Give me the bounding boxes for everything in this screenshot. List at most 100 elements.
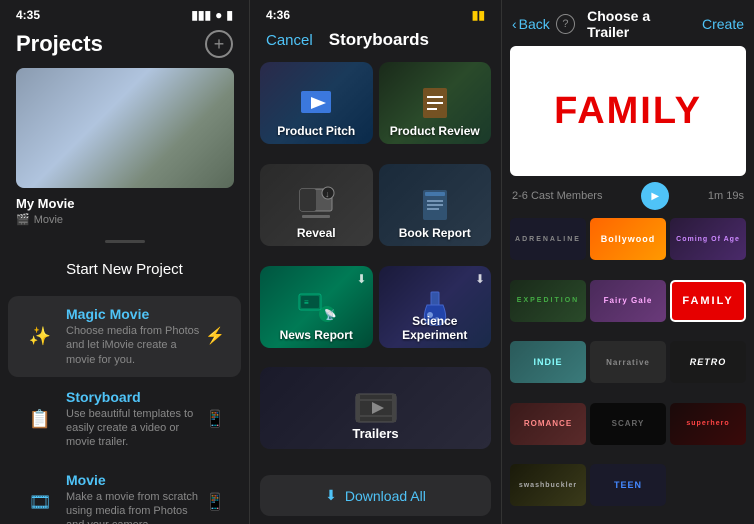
product-pitch-bg: Product Pitch [260, 62, 373, 144]
menu-item-magic-movie[interactable]: ✨ Magic Movie Choose media from Photos a… [8, 296, 241, 377]
retro-label: RETRO [690, 357, 727, 367]
help-button[interactable]: ? [556, 14, 575, 34]
projects-header: Projects + [0, 26, 249, 68]
start-new-button[interactable]: Start New Project [0, 253, 249, 294]
menu-item-storyboard-text: Storyboard Use beautiful templates to ea… [66, 389, 205, 450]
movie-icon-right: 📱 [205, 492, 225, 512]
film-icon: 🎬 [16, 213, 30, 226]
choose-trailer-title: Choose a Trailer [587, 8, 692, 40]
storyboards-nav: Cancel Storyboards [250, 26, 501, 58]
create-button[interactable]: Create [702, 16, 744, 32]
trailer-thumb-fairy-tale[interactable]: Fairy Gale [590, 280, 666, 322]
projects-title: Projects [16, 31, 103, 57]
movie-title: Movie [66, 472, 205, 488]
download-all-label: Download All [345, 488, 426, 504]
trailer-thumb-bollywood[interactable]: Bollywood [590, 218, 666, 260]
book-report-icon [415, 185, 455, 225]
news-report-bg: ⬇ ≡ 📡 News Report [260, 266, 373, 348]
storyboard-card-news-report[interactable]: ⬇ ≡ 📡 News Report [260, 266, 373, 348]
trailer-panel: ‹ Back ? Choose a Trailer Create FAMILY … [502, 0, 754, 524]
storyboard-card-product-review[interactable]: Product Review [379, 62, 492, 144]
science-label: Science Experiment [379, 314, 492, 342]
product-pitch-label: Product Pitch [260, 124, 373, 138]
storyboard-card-reveal[interactable]: ↓ Reveal [260, 164, 373, 246]
reveal-icon: ↓ [296, 185, 336, 225]
menu-item-movie[interactable]: 🎞 Movie Make a movie from scratch using … [8, 462, 241, 524]
time-2: 4:36 [266, 8, 290, 22]
superhero-label: superhero [686, 420, 729, 427]
back-button[interactable]: ‹ Back [512, 16, 550, 32]
battery-icon: ▮ [226, 8, 233, 22]
trailer-preview: FAMILY [510, 46, 746, 176]
trailer-preview-text: FAMILY [554, 90, 702, 133]
cancel-button[interactable]: Cancel [266, 32, 313, 49]
book-report-bg: Book Report [379, 164, 492, 246]
storyboard-card-science[interactable]: ⬇ Science Experiment [379, 266, 492, 348]
download-all-button[interactable]: ⬇ Download All [260, 475, 491, 516]
trailer-thumb-narrative[interactable]: Narrative [590, 341, 666, 383]
trailer-thumb-swashbuckler[interactable]: swashbuckler [510, 464, 586, 506]
back-chevron-icon: ‹ [512, 16, 517, 32]
storyboard-card-product-pitch[interactable]: Product Pitch [260, 62, 373, 144]
storyboards-title: Storyboards [329, 30, 429, 50]
trailer-thumb-coming-of-age[interactable]: Coming Of Age [670, 218, 746, 260]
add-project-button[interactable]: + [205, 30, 233, 58]
trailer-thumb-scary[interactable]: SCARY [590, 403, 666, 445]
storyboards-panel: 4:36 ▮▮ Cancel Storyboards Product Pitch [250, 0, 502, 524]
project-name: My Movie [16, 196, 233, 211]
teen-label: TEEN [614, 480, 642, 490]
reveal-label: Reveal [260, 226, 373, 240]
product-review-icon [415, 83, 455, 123]
cast-members-label: 2-6 Cast Members [512, 190, 602, 202]
trailer-thumb-adrenaline[interactable]: ADRENALINE [510, 218, 586, 260]
play-button[interactable]: ▶ [641, 182, 669, 210]
battery-icon-2: ▮▮ [472, 8, 485, 22]
trailer-thumb-romance[interactable]: ROMANCE [510, 403, 586, 445]
product-review-bg: Product Review [379, 62, 492, 144]
storyboards-grid: Product Pitch Product Review [250, 58, 501, 467]
project-type: 🎬 Movie [16, 213, 233, 226]
coming-of-age-label: Coming Of Age [676, 236, 740, 243]
trailer-thumb-retro[interactable]: RETRO [670, 341, 746, 383]
family-label: FAMILY [682, 295, 733, 307]
news-report-download-icon: ⬇ [356, 272, 366, 286]
status-bar-2: 4:36 ▮▮ [250, 0, 501, 26]
trailer-thumb-superhero[interactable]: superhero [670, 403, 746, 445]
storyboard-icon: 📋 [24, 403, 56, 435]
trailer-thumbnails-grid: ADRENALINE Bollywood Coming Of Age EXPED… [502, 216, 754, 524]
signal-icon: ▮▮▮ [191, 8, 211, 22]
storyboard-card-book-report[interactable]: Book Report [379, 164, 492, 246]
trailers-label: Trailers [260, 426, 491, 441]
menu-items: ✨ Magic Movie Choose media from Photos a… [0, 294, 249, 524]
news-report-icon: ≡ 📡 [295, 286, 337, 328]
movie-desc: Make a movie from scratch using media fr… [66, 490, 205, 524]
magic-movie-icon: ✨ [24, 320, 56, 352]
status-icons-2: ▮▮ [472, 8, 485, 22]
product-pitch-icon [296, 83, 336, 123]
projects-panel: 4:35 ▮▮▮ ● ▮ Projects + My Movie 🎬 Movie… [0, 0, 250, 524]
project-thumbnail[interactable] [16, 68, 234, 188]
product-review-label: Product Review [379, 124, 492, 138]
storyboard-card-trailers[interactable]: Trailers [260, 367, 491, 449]
trailer-thumb-teen[interactable]: TEEN [590, 464, 666, 506]
time-1: 4:35 [16, 8, 40, 22]
menu-item-storyboard[interactable]: 📋 Storyboard Use beautiful templates to … [8, 379, 241, 460]
trailer-thumb-expedition[interactable]: EXPEDITION [510, 280, 586, 322]
project-image [16, 68, 234, 188]
trailer-thumb-indie[interactable]: INDIE [510, 341, 586, 383]
trailer-nav: ‹ Back ? Choose a Trailer Create [502, 0, 754, 46]
trailer-meta: 2-6 Cast Members ▶ 1m 19s [502, 182, 754, 216]
bollywood-label: Bollywood [601, 234, 656, 244]
reveal-bg: ↓ Reveal [260, 164, 373, 246]
storyboard-icon-right: 📱 [205, 409, 225, 429]
status-icons-1: ▮▮▮ ● ▮ [191, 8, 233, 22]
wifi-icon: ● [215, 8, 222, 22]
project-info: My Movie 🎬 Movie [0, 188, 249, 230]
trailer-thumb-family[interactable]: FAMILY [670, 280, 746, 322]
science-download-icon: ⬇ [475, 272, 485, 286]
fairy-tale-label: Fairy Gale [604, 296, 653, 305]
download-icon: ⬇ [325, 487, 337, 504]
adrenaline-label: ADRENALINE [515, 236, 581, 243]
status-bar-1: 4:35 ▮▮▮ ● ▮ [0, 0, 249, 26]
book-report-label: Book Report [379, 226, 492, 240]
